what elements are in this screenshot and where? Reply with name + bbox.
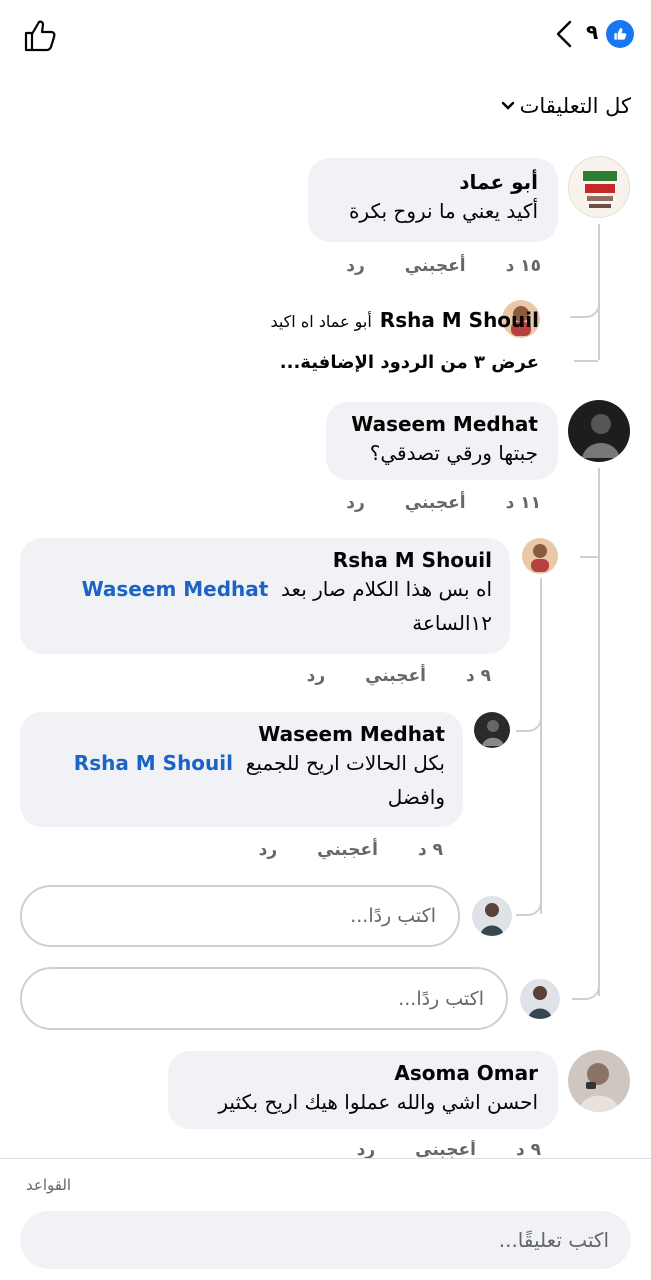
thread-line [540,578,542,914]
avatar [472,896,512,936]
reply-input[interactable]: اكتب ردًا... [20,885,460,947]
comment-bubble[interactable]: أبو عماد أكيد يعني ما نروح بكرة [308,158,558,242]
reply-input[interactable]: اكتب ردًا... [20,967,508,1030]
mention-link[interactable]: Waseem Medhat [82,577,269,601]
avatar[interactable] [568,156,630,218]
reply-text: اه بس هذا الكلام صار بعد Waseem Medhat ١… [40,572,492,640]
thread-line [516,706,542,732]
reply-time[interactable]: ٩ د [466,666,491,686]
comment-bubble[interactable]: Asoma Omar احسن اشي والله عملوا هيك اريح… [168,1051,558,1129]
comment-author[interactable]: أبو عماد [328,170,538,194]
reply-author[interactable]: Rsha M Shouil [40,548,492,572]
reply-preview-author[interactable]: Rsha M Shouil [380,308,539,332]
reply-actions: ٩ د أعجبني رد [307,666,491,686]
reply-link[interactable]: رد [346,493,365,513]
comment-text: أكيد يعني ما نروح بكرة [348,199,538,223]
mention-link[interactable]: Rsha M Shouil [74,751,233,775]
avatar [520,979,560,1019]
comment-actions: ١٥ د أعجبني رد [346,256,541,276]
reply-actions: ٩ د أعجبني رد [259,840,443,860]
like-link[interactable]: أعجبني [405,256,466,276]
view-more-replies-label: عرض ٣ من الردود الإضافية... [279,352,539,373]
reply-text: بكل الحالات اريح للجميع Rsha M Shouil وا… [40,746,445,814]
comment-bubble[interactable]: Waseem Medhat جبتها ورقي تصدقي؟ [326,402,558,480]
reply-preview-text: أبو عماد اه اكيد [270,312,372,331]
comment-author[interactable]: Waseem Medhat [346,412,538,436]
reply-preview[interactable]: Rsha M Shouil أبو عماد اه اكيد [270,308,539,332]
avatar[interactable] [568,1050,630,1112]
thread-line [570,292,600,318]
thread-line [598,468,600,996]
chevron-left-icon [556,20,572,48]
comment-time[interactable]: ١٥ د [506,256,541,276]
comment-time[interactable]: ٩ د [516,1140,541,1158]
divider [0,1158,651,1159]
reply-link[interactable]: رد [346,256,365,276]
reaction-count[interactable]: ٩ [586,20,598,44]
reply-link[interactable]: رد [357,1140,376,1158]
comment-time[interactable]: ١١ د [506,493,541,513]
like-link[interactable]: أعجبني [317,840,378,860]
reply-text-body: بكل الحالات اريح للجميع [245,751,445,775]
like-link[interactable]: أعجبني [365,666,426,686]
view-more-replies-link[interactable]: عرض ٣ من الردود الإضافية... [280,352,539,373]
back-button[interactable] [552,18,576,50]
reply-text-tail: وافضل [387,785,445,809]
thread-line [516,892,542,916]
thread-line [572,976,600,1000]
reply-text-body: اه بس هذا الكلام صار بعد [281,577,492,601]
comment-input[interactable]: اكتب تعليقًا... [20,1211,631,1269]
rules-label[interactable]: القواعد [26,1176,71,1194]
rules-text: القواعد [26,1176,72,1194]
reply-time[interactable]: ٩ د [418,840,443,860]
avatar[interactable] [522,538,558,574]
avatar[interactable] [568,400,630,462]
thumbs-up-outline-icon [24,20,56,52]
reply-input-placeholder: اكتب ردًا... [350,905,436,927]
like-reaction-icon[interactable] [606,20,634,48]
comment-input-placeholder: اكتب تعليقًا... [498,1228,609,1252]
sort-label: كل التعليقات [519,94,631,118]
comment-author[interactable]: Asoma Omar [188,1061,538,1085]
reply-text-tail: ١٢الساعة [412,611,492,635]
comment-actions-clip: ٩ د أعجبني رد [0,1140,651,1158]
comment-text: احسن اشي والله عملوا هيك اريح بكثير [218,1090,538,1114]
reply-link[interactable]: رد [307,666,326,686]
chevron-down-icon [501,101,514,110]
thread-line [574,340,598,362]
like-link[interactable]: أعجبني [405,493,466,513]
comment-actions: ١١ د أعجبني رد [346,493,541,513]
like-link[interactable]: أعجبني [415,1140,476,1158]
reply-link[interactable]: رد [259,840,278,860]
reply-bubble[interactable]: Rsha M Shouil اه بس هذا الكلام صار بعد W… [20,538,510,654]
thread-line [580,536,598,558]
comment-text: جبتها ورقي تصدقي؟ [369,441,538,465]
reply-input-placeholder: اكتب ردًا... [398,987,484,1010]
reply-author[interactable]: Waseem Medhat [40,722,445,746]
reply-bubble[interactable]: Waseem Medhat بكل الحالات اريح للجميع Rs… [20,712,463,827]
like-button[interactable] [22,18,58,54]
avatar[interactable] [474,712,510,748]
comment-sort-dropdown[interactable]: كل التعليقات [500,94,631,118]
